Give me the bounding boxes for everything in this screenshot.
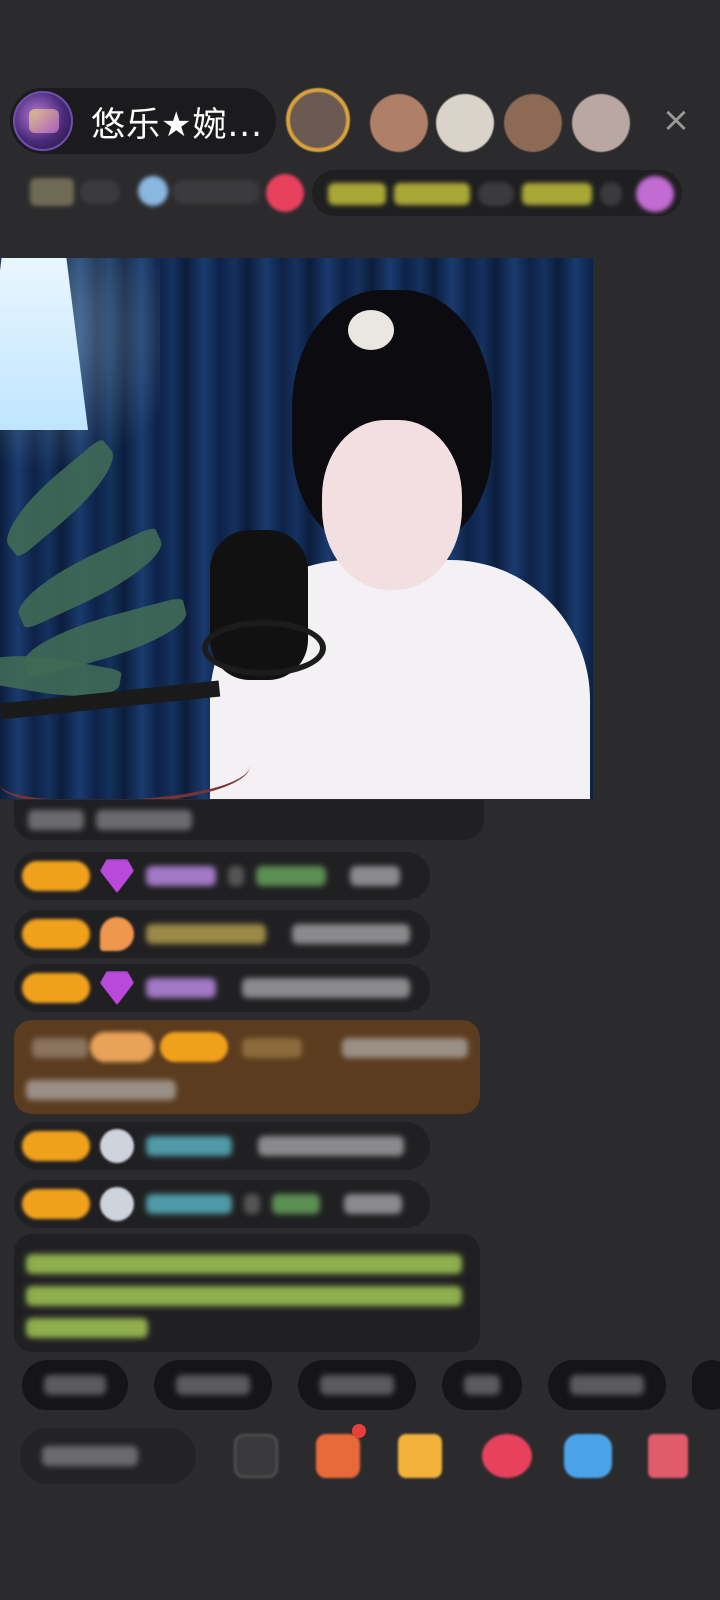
quick-reply-label — [176, 1375, 250, 1395]
top-viewer-avatar[interactable] — [286, 88, 350, 152]
chat-text — [242, 978, 410, 998]
chat-user — [32, 1038, 88, 1058]
system-text — [26, 1286, 462, 1306]
chat-user — [146, 924, 266, 944]
notice-tag — [600, 182, 622, 206]
gift-box-icon[interactable] — [316, 1434, 360, 1478]
notice-tag — [394, 183, 470, 205]
chat-message[interactable] — [14, 1122, 430, 1170]
heart-gift-icon[interactable] — [482, 1434, 532, 1478]
vip-gem-icon — [100, 859, 134, 893]
level-badge — [22, 1189, 90, 1219]
chat-message[interactable] — [14, 964, 430, 1012]
notice-tag — [328, 183, 386, 205]
live-video[interactable] — [0, 258, 593, 799]
chat-text — [350, 866, 400, 886]
chat-message[interactable] — [14, 1180, 430, 1228]
quick-reply-label — [570, 1375, 644, 1395]
system-text — [26, 1254, 462, 1274]
viewer-avatar[interactable] — [572, 94, 630, 152]
chat-user — [28, 810, 84, 830]
chat-user — [272, 1194, 320, 1214]
quick-reply-button[interactable] — [692, 1360, 720, 1410]
viewer-avatar[interactable] — [436, 94, 494, 152]
chat-text — [344, 1194, 402, 1214]
chat-user — [242, 1038, 302, 1058]
fans-count-chip — [172, 180, 260, 204]
quick-reply-button[interactable] — [548, 1360, 666, 1410]
fan-badge-icon — [100, 917, 134, 951]
hair-bun — [348, 310, 394, 350]
notice-tag — [478, 182, 514, 206]
chat-sep — [228, 866, 244, 886]
chat-text — [292, 924, 410, 944]
follow-button[interactable] — [266, 174, 304, 212]
level-icon — [30, 178, 74, 206]
chat-user — [146, 1194, 232, 1214]
chat-message[interactable] — [14, 852, 430, 900]
level-badge — [22, 861, 90, 891]
streamer-face — [322, 420, 462, 590]
chat-sep — [244, 1194, 260, 1214]
level-badge — [22, 973, 90, 1003]
system-text — [26, 1318, 148, 1338]
quick-reply-label — [320, 1375, 394, 1395]
red-packet-icon[interactable] — [648, 1434, 688, 1478]
quick-reply-button[interactable] — [154, 1360, 272, 1410]
level-badge — [22, 1131, 90, 1161]
chat-user — [146, 1136, 232, 1156]
chat-user — [256, 866, 326, 886]
viewer-avatar[interactable] — [504, 94, 562, 152]
gift-badge — [90, 1032, 154, 1062]
notification-dot — [352, 1424, 366, 1438]
gift-icon[interactable] — [398, 1434, 442, 1478]
fans-icon — [138, 176, 168, 206]
fan-badge-icon — [100, 1187, 134, 1221]
gift-text — [26, 1080, 176, 1100]
chat-message[interactable] — [14, 800, 484, 840]
chat-user — [146, 978, 216, 998]
chat-text — [258, 1136, 404, 1156]
game-icon[interactable] — [564, 1434, 612, 1478]
system-message — [14, 1234, 480, 1352]
viewer-avatar[interactable] — [370, 94, 428, 152]
host-info-pill[interactable]: 悠乐★婉... — [10, 88, 276, 154]
level-badge — [22, 919, 90, 949]
notice-avatar[interactable] — [636, 176, 674, 212]
more-icon[interactable] — [234, 1434, 278, 1478]
level-badge — [160, 1032, 228, 1062]
gift-text — [342, 1038, 468, 1058]
vip-gem-icon — [100, 971, 134, 1005]
chat-input-placeholder — [42, 1446, 138, 1466]
chat-text — [96, 810, 192, 830]
host-name: 悠乐★婉... — [91, 104, 263, 145]
notice-tag — [522, 183, 592, 205]
stat-chip — [80, 180, 120, 204]
close-icon[interactable]: × — [658, 102, 694, 138]
gift-message[interactable] — [14, 1020, 480, 1114]
chat-message[interactable] — [14, 910, 430, 958]
chat-input[interactable] — [20, 1428, 196, 1484]
fan-badge-icon — [100, 1129, 134, 1163]
host-avatar[interactable] — [13, 91, 73, 151]
chat-user — [146, 866, 216, 886]
quick-reply-button[interactable] — [298, 1360, 416, 1410]
quick-reply-button[interactable] — [442, 1360, 522, 1410]
quick-reply-button[interactable] — [22, 1360, 128, 1410]
quick-reply-label — [464, 1375, 500, 1395]
microphone-mount — [202, 620, 326, 676]
cable — [0, 740, 250, 799]
quick-reply-label — [44, 1375, 106, 1395]
